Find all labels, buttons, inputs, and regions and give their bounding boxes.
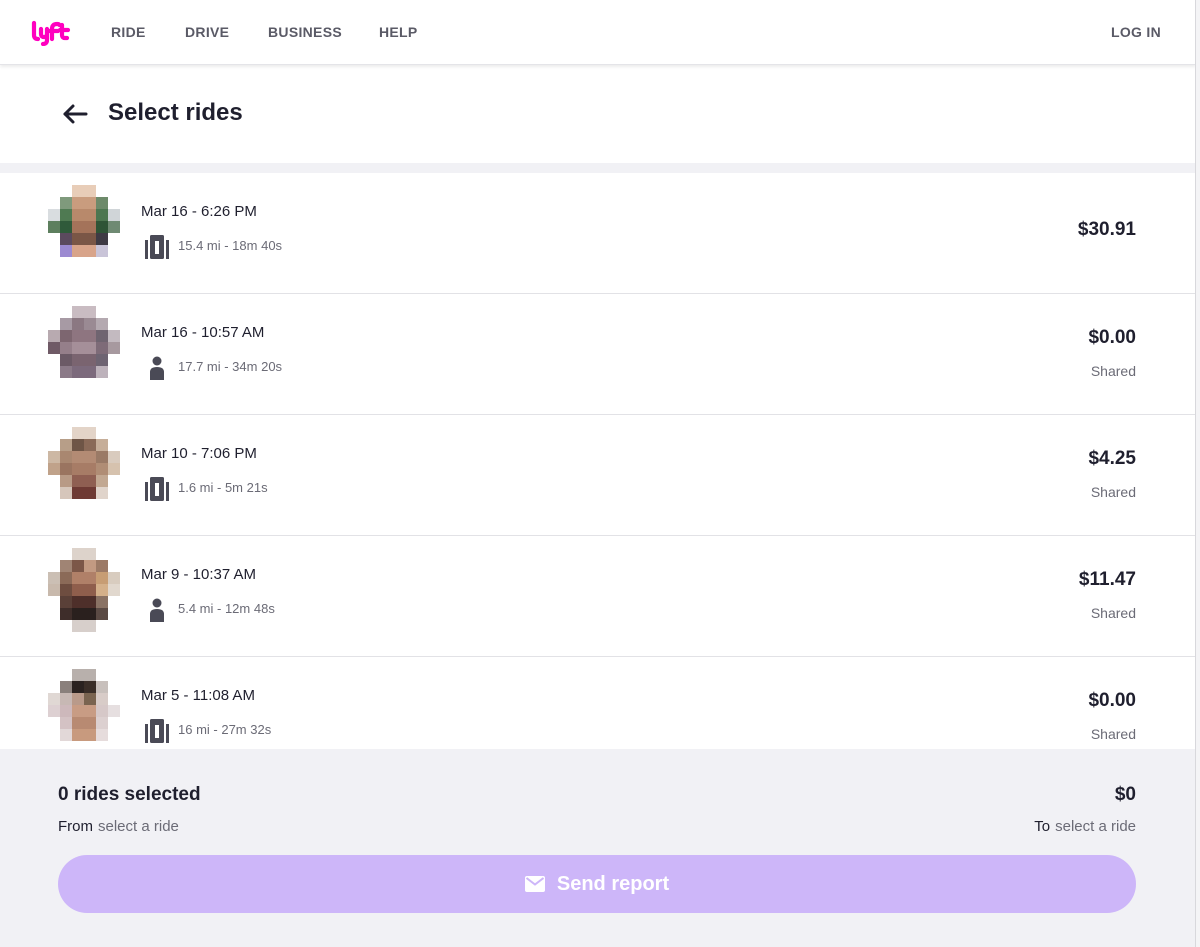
luggage-icon bbox=[145, 719, 169, 743]
person-icon bbox=[150, 356, 164, 380]
ride-datetime: Mar 16 - 10:57 AM bbox=[141, 324, 265, 341]
nav-business[interactable]: BUSINESS bbox=[268, 24, 342, 40]
ride-price: $4.25 bbox=[1088, 448, 1136, 469]
section-divider bbox=[0, 163, 1195, 173]
nav-drive[interactable]: DRIVE bbox=[185, 24, 229, 40]
luggage-icon bbox=[145, 235, 169, 259]
luggage-icon bbox=[145, 477, 169, 501]
person-icon bbox=[150, 598, 164, 622]
top-nav: RIDE DRIVE BUSINESS HELP LOG IN bbox=[0, 0, 1195, 65]
driver-avatar bbox=[48, 185, 120, 257]
ride-detail: 1.6 mi - 5m 21s bbox=[178, 480, 268, 495]
driver-avatar bbox=[48, 548, 120, 632]
ride-row[interactable]: Mar 16 - 6:26 PM 15.4 mi - 18m 40s $30.9… bbox=[0, 173, 1195, 294]
send-report-button[interactable]: Send report bbox=[58, 855, 1136, 913]
login-link[interactable]: LOG IN bbox=[1111, 24, 1161, 40]
page-title: Select rides bbox=[108, 99, 243, 126]
ride-price: $11.47 bbox=[1078, 569, 1136, 590]
nav-ride[interactable]: RIDE bbox=[111, 24, 146, 40]
page-header: Select rides bbox=[0, 65, 1195, 163]
ride-row[interactable]: Mar 16 - 10:57 AM 17.7 mi - 34m 20s $0.0… bbox=[0, 294, 1195, 415]
ride-datetime: Mar 5 - 11:08 AM bbox=[141, 687, 255, 704]
driver-avatar bbox=[48, 427, 120, 499]
ride-price: $0.00 bbox=[1088, 327, 1136, 348]
ride-price: $30.91 bbox=[1077, 219, 1136, 240]
ride-detail: 17.7 mi - 34m 20s bbox=[178, 359, 283, 374]
ride-shared-tag: Shared bbox=[1090, 484, 1136, 500]
app-window: RIDE DRIVE BUSINESS HELP LOG IN Select r… bbox=[0, 0, 1196, 947]
selected-count: 0 rides selected bbox=[58, 784, 201, 805]
from-label: From bbox=[58, 818, 93, 835]
driver-avatar bbox=[48, 669, 120, 741]
lyft-logo-icon[interactable] bbox=[30, 20, 74, 46]
from-placeholder: select a ride bbox=[98, 818, 179, 835]
rides-list: Mar 16 - 6:26 PM 15.4 mi - 18m 40s $30.9… bbox=[0, 173, 1195, 749]
selected-total: $0 bbox=[1114, 784, 1136, 805]
to-field: To select a ride bbox=[1034, 818, 1136, 835]
ride-detail: 15.4 mi - 18m 40s bbox=[178, 238, 283, 253]
ride-shared-tag: Shared bbox=[1090, 605, 1136, 621]
send-report-label: Send report bbox=[556, 872, 670, 895]
arrow-left-icon[interactable] bbox=[62, 103, 88, 125]
ride-shared-tag: Shared bbox=[1090, 363, 1136, 379]
ride-price: $0.00 bbox=[1088, 690, 1136, 711]
window-edge bbox=[1196, 0, 1200, 947]
ride-row[interactable]: Mar 9 - 10:37 AM 5.4 mi - 12m 48s $11.47… bbox=[0, 536, 1195, 657]
to-placeholder: select a ride bbox=[1055, 818, 1136, 835]
ride-datetime: Mar 16 - 6:26 PM bbox=[141, 203, 257, 220]
ride-detail: 5.4 mi - 12m 48s bbox=[178, 601, 275, 616]
nav-help[interactable]: HELP bbox=[379, 24, 418, 40]
driver-avatar bbox=[48, 306, 120, 378]
ride-row[interactable]: Mar 10 - 7:06 PM 1.6 mi - 5m 21s $4.25 S… bbox=[0, 415, 1195, 536]
selection-footer: 0 rides selected $0 From select a ride To… bbox=[0, 749, 1195, 947]
ride-datetime: Mar 10 - 7:06 PM bbox=[141, 445, 257, 462]
ride-detail: 16 mi - 27m 32s bbox=[178, 722, 272, 737]
ride-row[interactable]: Mar 5 - 11:08 AM 16 mi - 27m 32s $0.00 S… bbox=[0, 657, 1195, 749]
envelope-icon bbox=[524, 876, 545, 892]
from-field: From select a ride bbox=[58, 818, 179, 835]
to-label: To bbox=[1034, 818, 1051, 835]
ride-shared-tag: Shared bbox=[1090, 726, 1136, 742]
ride-datetime: Mar 9 - 10:37 AM bbox=[141, 566, 257, 583]
